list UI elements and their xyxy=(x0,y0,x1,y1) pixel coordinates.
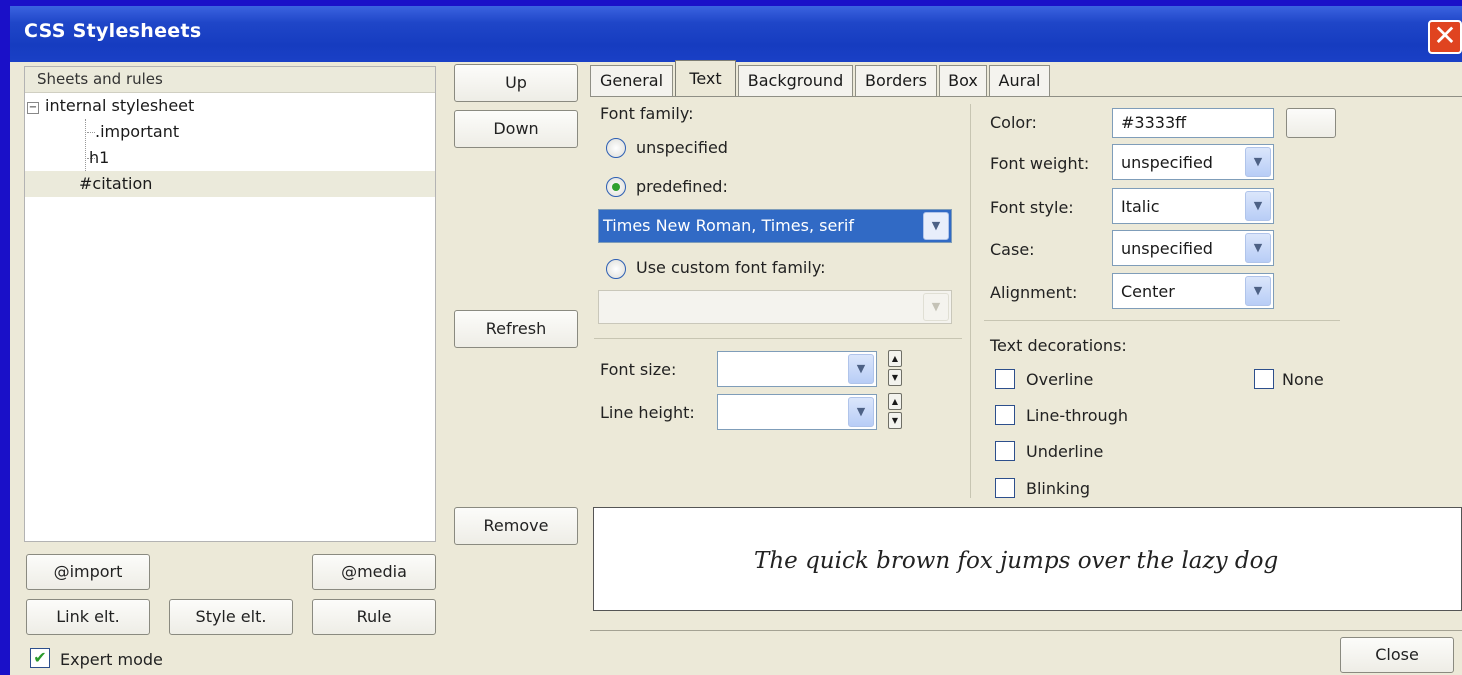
predefined-radio[interactable] xyxy=(606,177,626,197)
link-element-button[interactable]: Link elt. xyxy=(26,599,150,635)
tab-strip-line xyxy=(590,96,1462,97)
chevron-down-icon: ▼ xyxy=(923,212,949,240)
chevron-down-icon: ▼ xyxy=(848,354,874,384)
predefined-font-select[interactable]: Times New Roman, Times, serif ▼ xyxy=(598,209,952,243)
alignment-select[interactable]: Center ▼ xyxy=(1112,273,1274,309)
tree-item-label: internal stylesheet xyxy=(45,96,195,115)
font-style-value: Italic xyxy=(1121,197,1160,216)
predefined-radio-label: predefined: xyxy=(636,177,728,196)
stepper-up-icon[interactable]: ▲ xyxy=(888,350,902,367)
case-select[interactable]: unspecified ▼ xyxy=(1112,230,1274,266)
unspecified-radio[interactable] xyxy=(606,138,626,158)
chevron-down-icon: ▼ xyxy=(923,293,949,321)
blinking-checkbox[interactable] xyxy=(995,478,1015,498)
tab-general[interactable]: General xyxy=(590,65,673,97)
title-bar xyxy=(10,6,1462,62)
font-size-select[interactable]: ▼ xyxy=(717,351,877,387)
overline-checkbox[interactable] xyxy=(995,369,1015,389)
blinking-label: Blinking xyxy=(1026,479,1091,498)
color-field[interactable]: #3333ff xyxy=(1112,108,1274,138)
underline-checkbox[interactable] xyxy=(995,441,1015,461)
text-decorations-label: Text decorations: xyxy=(990,336,1127,355)
line-through-label: Line-through xyxy=(1026,406,1128,425)
font-size-stepper[interactable]: ▲ ▼ xyxy=(888,350,902,386)
none-label: None xyxy=(1282,370,1324,389)
close-button[interactable]: Close xyxy=(1340,637,1454,673)
preview-text: The quick brown fox jumps over the lazy … xyxy=(754,548,1279,574)
case-label: Case: xyxy=(990,240,1035,259)
color-picker-button[interactable] xyxy=(1286,108,1336,138)
chevron-down-icon: ▼ xyxy=(1245,191,1271,221)
sheets-tree[interactable]: Sheets and rules − internal stylesheet .i… xyxy=(24,66,436,542)
stepper-down-icon[interactable]: ▼ xyxy=(888,369,902,386)
color-value: #3333ff xyxy=(1121,113,1187,132)
media-button[interactable]: @media xyxy=(312,554,436,590)
line-through-checkbox[interactable] xyxy=(995,405,1015,425)
tree-item-internal-stylesheet[interactable]: − internal stylesheet xyxy=(25,93,435,119)
custom-font-radio[interactable] xyxy=(606,259,626,279)
tree-item-rule-selected[interactable]: #citation xyxy=(25,171,435,197)
tree-item-rule[interactable]: h1 xyxy=(25,145,435,171)
font-weight-select[interactable]: unspecified ▼ xyxy=(1112,144,1274,180)
tree-item-label: .important xyxy=(95,122,180,141)
refresh-button[interactable]: Refresh xyxy=(454,310,578,348)
font-size-label: Font size: xyxy=(600,360,677,379)
separator xyxy=(594,338,962,339)
line-height-select[interactable]: ▼ xyxy=(717,394,877,430)
alignment-value: Center xyxy=(1121,282,1175,301)
style-element-button[interactable]: Style elt. xyxy=(169,599,293,635)
font-style-label: Font style: xyxy=(990,198,1074,217)
checkmark-icon: ✔ xyxy=(33,648,47,667)
chevron-down-icon: ▼ xyxy=(1245,276,1271,306)
custom-font-radio-label: Use custom font family: xyxy=(636,258,826,277)
case-value: unspecified xyxy=(1121,239,1213,258)
none-checkbox[interactable] xyxy=(1254,369,1274,389)
tab-aural[interactable]: Aural xyxy=(989,65,1050,97)
chevron-down-icon: ▼ xyxy=(1245,147,1271,177)
close-icon: ✕ xyxy=(1433,19,1457,52)
tab-borders[interactable]: Borders xyxy=(855,65,937,97)
tree-header: Sheets and rules xyxy=(25,67,435,93)
predefined-font-value: Times New Roman, Times, serif xyxy=(603,216,854,235)
custom-font-select: ▼ xyxy=(598,290,952,324)
tab-box[interactable]: Box xyxy=(939,65,987,97)
expert-mode-checkbox[interactable]: ✔ xyxy=(30,648,50,668)
tab-background[interactable]: Background xyxy=(738,65,853,97)
tab-text[interactable]: Text xyxy=(675,60,736,97)
font-weight-label: Font weight: xyxy=(990,154,1090,173)
tree-item-rule[interactable]: .important xyxy=(25,119,435,145)
unspecified-radio-label: unspecified xyxy=(636,138,728,157)
tree-item-label: #citation xyxy=(79,174,153,193)
font-family-label: Font family: xyxy=(600,104,694,123)
preview-pane: The quick brown fox jumps over the lazy … xyxy=(593,507,1462,611)
expert-mode-label: Expert mode xyxy=(60,650,163,669)
line-height-label: Line height: xyxy=(600,403,695,422)
separator xyxy=(590,630,1462,631)
window-title: CSS Stylesheets xyxy=(24,20,202,42)
color-label: Color: xyxy=(990,113,1037,132)
separator xyxy=(984,320,1340,321)
underline-label: Underline xyxy=(1026,442,1104,461)
overline-label: Overline xyxy=(1026,370,1094,389)
separator xyxy=(970,104,971,498)
chevron-down-icon: ▼ xyxy=(848,397,874,427)
remove-button[interactable]: Remove xyxy=(454,507,578,545)
collapse-icon[interactable]: − xyxy=(27,102,39,114)
rule-button[interactable]: Rule xyxy=(312,599,436,635)
stepper-up-icon[interactable]: ▲ xyxy=(888,393,902,410)
font-weight-value: unspecified xyxy=(1121,153,1213,172)
tree-item-label: h1 xyxy=(89,148,110,167)
stepper-down-icon[interactable]: ▼ xyxy=(888,412,902,429)
window-close-button[interactable]: ✕ xyxy=(1428,20,1462,54)
chevron-down-icon: ▼ xyxy=(1245,233,1271,263)
import-button[interactable]: @import xyxy=(26,554,150,590)
down-button[interactable]: Down xyxy=(454,110,578,148)
line-height-stepper[interactable]: ▲ ▼ xyxy=(888,393,902,429)
alignment-label: Alignment: xyxy=(990,283,1078,302)
font-style-select[interactable]: Italic ▼ xyxy=(1112,188,1274,224)
up-button[interactable]: Up xyxy=(454,64,578,102)
